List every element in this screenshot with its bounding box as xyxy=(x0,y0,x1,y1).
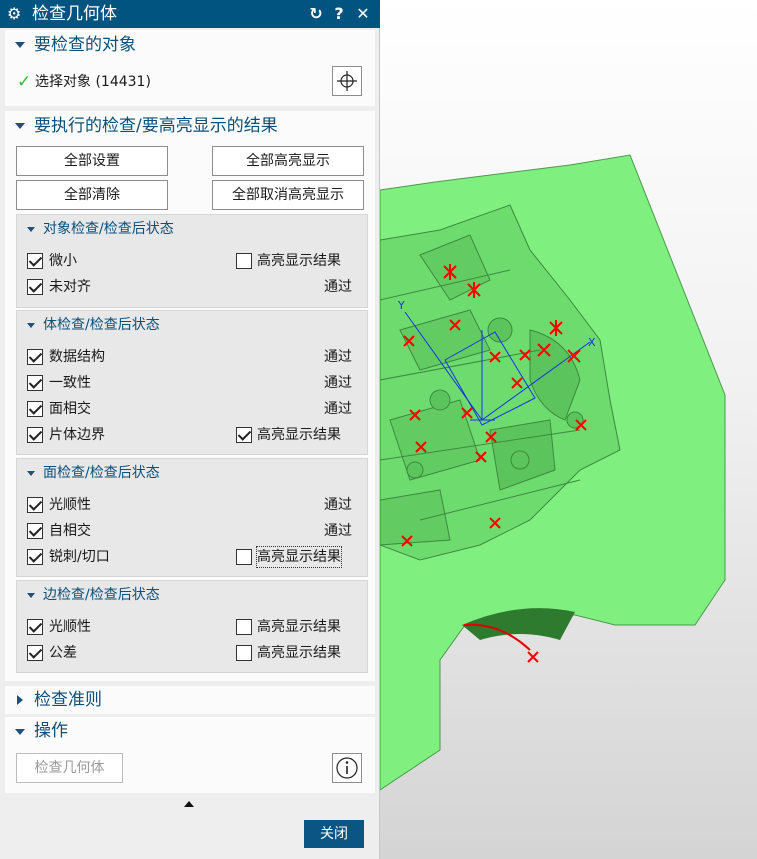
face-checks-group: 面检查/检查后状态 光顺性 通过 自相交 通过 锐刺/切口 高亮显示结果 xyxy=(16,458,368,577)
set-all-button[interactable]: 全部设置 xyxy=(16,146,168,176)
edge-checks-title: 边检查/检查后状态 xyxy=(43,587,160,603)
face-intersection-checkbox[interactable] xyxy=(27,401,43,417)
check-geometry-dialog: ⚙ 检查几何体 ↻ ? ✕ 要检查的对象 ✓ 选择对象 (14431) 要执行的… xyxy=(0,0,380,859)
edge-smoothness-highlight-label: 高亮显示结果 xyxy=(257,619,341,635)
tiny-highlight-checkbox[interactable] xyxy=(236,253,252,269)
sheet-boundary-highlight-checkbox[interactable] xyxy=(236,427,252,443)
data-structure-checkbox[interactable] xyxy=(27,349,43,365)
misaligned-label: 未对齐 xyxy=(49,279,91,295)
body-checks-title: 体检查/检查后状态 xyxy=(43,317,160,333)
select-section-header[interactable]: 要检查的对象 xyxy=(5,30,375,60)
operation-section-title: 操作 xyxy=(34,721,68,741)
tolerance-highlight-checkbox[interactable] xyxy=(236,645,252,661)
edge-smoothness-label: 光顺性 xyxy=(49,619,91,635)
check-geometry-button[interactable]: 检查几何体 xyxy=(16,753,123,783)
chevron-down-icon xyxy=(15,123,25,129)
close-icon[interactable]: ✕ xyxy=(353,3,373,25)
select-section-title: 要检查的对象 xyxy=(34,35,136,55)
tiny-highlight-label: 高亮显示结果 xyxy=(257,253,341,269)
self-intersection-status: 通过 xyxy=(324,523,352,539)
edge-smoothness-highlight-checkbox[interactable] xyxy=(236,619,252,635)
chevron-up-icon xyxy=(184,801,194,807)
consistency-label: 一致性 xyxy=(49,375,91,391)
reset-icon[interactable]: ↻ xyxy=(306,3,326,25)
operation-section: 操作 检查几何体 xyxy=(5,717,375,793)
highlight-all-button[interactable]: 全部高亮显示 xyxy=(212,146,364,176)
object-checks-group: 对象检查/检查后状态 微小 高亮显示结果 未对齐 通过 xyxy=(16,214,368,308)
face-checks-title: 面检查/检查后状态 xyxy=(43,465,160,481)
spikes-cuts-highlight-checkbox[interactable] xyxy=(236,549,252,565)
face-intersection-status: 通过 xyxy=(324,401,352,417)
face-smoothness-status: 通过 xyxy=(324,497,352,513)
spikes-cuts-highlight-label: 高亮显示结果 xyxy=(256,546,342,568)
checks-section-title: 要执行的检查/要高亮显示的结果 xyxy=(34,116,278,136)
checks-section: 要执行的检查/要高亮显示的结果 全部设置 全部高亮显示 全部清除 全部取消高亮显… xyxy=(5,111,375,681)
edge-smoothness-checkbox[interactable] xyxy=(27,619,43,635)
graphics-viewport[interactable]: X Y xyxy=(380,0,757,859)
sheet-boundary-highlight-label: 高亮显示结果 xyxy=(257,427,341,443)
sheet-boundary-label: 片体边界 xyxy=(49,427,105,443)
self-intersection-checkbox[interactable] xyxy=(27,523,43,539)
unhighlight-all-button[interactable]: 全部取消高亮显示 xyxy=(212,180,364,210)
chevron-down-icon xyxy=(15,42,25,48)
dialog-title: 检查几何体 xyxy=(32,4,117,24)
face-smoothness-checkbox[interactable] xyxy=(27,497,43,513)
title-bar: ⚙ 检查几何体 ↻ ? ✕ xyxy=(0,0,380,28)
help-icon[interactable]: ? xyxy=(329,3,349,25)
consistency-checkbox[interactable] xyxy=(27,375,43,391)
collapse-bar[interactable] xyxy=(5,796,375,810)
select-object-button[interactable] xyxy=(332,66,362,96)
tiny-checkbox[interactable] xyxy=(27,253,43,269)
clear-all-button[interactable]: 全部清除 xyxy=(16,180,168,210)
chevron-down-icon[interactable] xyxy=(27,323,35,328)
spikes-cuts-label: 锐刺/切口 xyxy=(49,549,110,565)
gear-icon[interactable]: ⚙ xyxy=(7,4,21,24)
tolerance-checkbox[interactable] xyxy=(27,645,43,661)
chevron-right-icon xyxy=(17,695,23,705)
checks-section-header[interactable]: 要执行的检查/要高亮显示的结果 xyxy=(5,111,375,141)
model-view: X Y xyxy=(380,154,726,791)
spikes-cuts-checkbox[interactable] xyxy=(27,549,43,565)
data-structure-status: 通过 xyxy=(324,349,352,365)
data-structure-label: 数据结构 xyxy=(49,349,105,365)
face-smoothness-label: 光顺性 xyxy=(49,497,91,513)
axis-x-label: X xyxy=(588,336,596,349)
tolerance-highlight-label: 高亮显示结果 xyxy=(257,645,341,661)
edge-checks-group: 边检查/检查后状态 光顺性 高亮显示结果 公差 高亮显示结果 xyxy=(16,580,368,673)
criteria-section: 检查准则 xyxy=(5,686,375,714)
criteria-section-title: 检查准则 xyxy=(34,690,102,710)
close-button[interactable]: 关闭 xyxy=(304,820,364,848)
sheet-boundary-checkbox[interactable] xyxy=(27,427,43,443)
operation-section-header[interactable]: 操作 xyxy=(5,717,375,747)
chevron-down-icon xyxy=(15,729,25,735)
crosshair-icon xyxy=(337,71,357,91)
misaligned-status: 通过 xyxy=(324,279,352,295)
chevron-down-icon[interactable] xyxy=(27,471,35,476)
info-button[interactable] xyxy=(332,753,362,783)
chevron-down-icon[interactable] xyxy=(27,227,35,232)
select-object-label[interactable]: 选择对象 (14431) xyxy=(35,72,151,92)
chevron-down-icon[interactable] xyxy=(27,593,35,598)
consistency-status: 通过 xyxy=(324,375,352,391)
marker xyxy=(527,651,539,663)
self-intersection-label: 自相交 xyxy=(49,523,91,539)
misaligned-checkbox[interactable] xyxy=(27,279,43,295)
criteria-section-header[interactable]: 检查准则 xyxy=(5,686,375,716)
dialog-footer: 关闭 xyxy=(0,812,379,859)
axis-y-label: Y xyxy=(397,299,405,312)
info-icon xyxy=(336,757,358,779)
select-section: 要检查的对象 ✓ 选择对象 (14431) xyxy=(5,30,375,106)
tiny-label: 微小 xyxy=(49,253,77,269)
object-checks-title: 对象检查/检查后状态 xyxy=(43,221,174,237)
tolerance-label: 公差 xyxy=(49,645,77,661)
checkmark-icon: ✓ xyxy=(17,72,32,92)
face-intersection-label: 面相交 xyxy=(49,401,91,417)
body-checks-group: 体检查/检查后状态 数据结构 通过 一致性 通过 面相交 通过 片体边界 高亮显… xyxy=(16,310,368,455)
